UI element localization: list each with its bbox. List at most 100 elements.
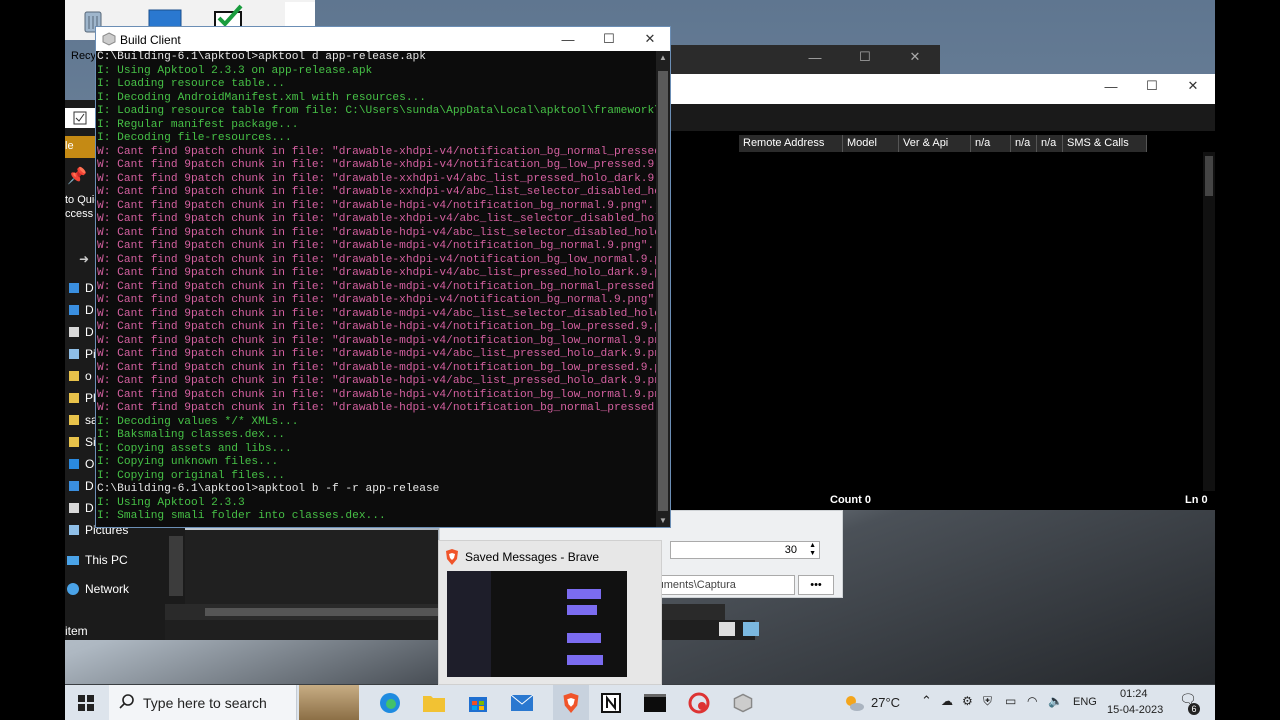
console-line: W: Cant find 9patch chunk in file: "draw… xyxy=(97,253,656,266)
build-client-taskbar-icon[interactable] xyxy=(730,690,756,716)
nav-item[interactable]: D xyxy=(69,278,94,298)
device-monitor-status-bar: Count 0 Ln 0 xyxy=(670,491,1215,510)
close-icon[interactable]: ✕ xyxy=(1173,74,1213,98)
nav-item-label: o xyxy=(85,369,92,383)
weather-temperature[interactable]: 27°C xyxy=(871,695,900,710)
store-icon[interactable] xyxy=(465,690,491,716)
minimize-icon[interactable]: — xyxy=(548,27,588,51)
console-scroll-thumb[interactable] xyxy=(658,71,668,511)
folder-icon xyxy=(69,437,79,447)
mail-icon[interactable] xyxy=(509,690,535,716)
column-header[interactable]: Model xyxy=(843,135,899,152)
maximize-icon[interactable]: ☐ xyxy=(845,45,885,69)
nav-item[interactable]: Pi xyxy=(69,344,96,364)
maximize-icon[interactable]: ☐ xyxy=(1132,74,1172,98)
taskbar-thumbnail-preview[interactable]: Saved Messages - Brave xyxy=(438,540,662,685)
large-icons-view-icon[interactable] xyxy=(743,622,759,636)
explorer-toolbar-button[interactable] xyxy=(65,108,95,128)
minimize-icon[interactable]: — xyxy=(1091,74,1131,98)
console-line: I: Regular manifest package... xyxy=(97,118,299,131)
interval-spinbox[interactable]: 30 ▲ ▼ xyxy=(670,541,820,559)
recorder-icon[interactable] xyxy=(686,690,712,716)
console-line: W: Cant find 9patch chunk in file: "draw… xyxy=(97,321,656,333)
network-label: Network xyxy=(85,582,130,596)
console-line: I: Decoding AndroidManifest.xml with res… xyxy=(97,91,426,104)
console-title: Build Client xyxy=(120,33,181,47)
console-line: I: Smaling smali folder into classes.dex… xyxy=(97,510,386,522)
wifi-icon[interactable]: ◠ xyxy=(1027,694,1037,708)
battery-icon[interactable]: ▭ xyxy=(1005,694,1016,708)
details-view-icon[interactable] xyxy=(719,622,735,636)
status-item-count: item xyxy=(65,624,88,638)
console-output[interactable]: C:\Building-6.1\apktool>apktool d app-re… xyxy=(96,51,656,527)
minimize-icon[interactable]: — xyxy=(795,45,835,69)
spin-arrows-icon[interactable]: ▲ ▼ xyxy=(809,542,816,558)
nav-item[interactable]: sa xyxy=(69,410,98,430)
nav-scrollbar[interactable] xyxy=(169,536,183,596)
column-header[interactable]: n/a xyxy=(971,135,1011,152)
console-line: W: Cant find 9patch chunk in file: "draw… xyxy=(97,294,656,306)
search-placeholder: Type here to search xyxy=(143,695,267,711)
documents-icon xyxy=(69,327,79,337)
column-header[interactable]: n/a xyxy=(1011,135,1037,152)
weather-icon[interactable] xyxy=(841,690,867,716)
vertical-scrollbar[interactable] xyxy=(1203,152,1215,491)
nav-item[interactable]: o xyxy=(69,366,92,386)
scroll-up-icon[interactable]: ▲ xyxy=(659,53,667,62)
speaker-icon[interactable]: 🔈 xyxy=(1048,694,1063,708)
nav-item[interactable]: Pl xyxy=(69,388,96,408)
console-line: W: Cant find 9patch chunk in file: "draw… xyxy=(97,267,656,279)
folder-icon xyxy=(69,415,79,425)
language-indicator[interactable]: ENG xyxy=(1073,696,1097,708)
folder-icon xyxy=(69,371,79,381)
column-header[interactable]: n/a xyxy=(1037,135,1063,152)
console-line: W: Cant find 9patch chunk in file: "draw… xyxy=(97,240,656,252)
onedrive-icon xyxy=(69,459,79,469)
console-line: W: Cant find 9patch chunk in file: "draw… xyxy=(97,348,656,360)
scroll-down-icon[interactable]: ▼ xyxy=(659,516,667,525)
close-icon[interactable]: ✕ xyxy=(630,27,670,51)
pin-icon: 📌 xyxy=(67,168,87,185)
console-scrollbar[interactable]: ▲ ▼ xyxy=(656,51,670,527)
pictures-icon xyxy=(69,349,79,359)
brave-taskbar-icon[interactable] xyxy=(553,685,589,720)
nav-item-label: D xyxy=(85,501,94,515)
nav-network[interactable]: Network xyxy=(67,579,129,599)
console-line: I: Using Apktool 2.3.3 xyxy=(97,496,245,509)
nav-item[interactable]: D xyxy=(69,322,94,342)
nav-item[interactable]: D xyxy=(69,476,94,496)
console-line: W: Cant find 9patch chunk in file: "draw… xyxy=(97,402,656,414)
nav-item-label: D xyxy=(85,303,94,317)
console-line: W: Cant find 9patch chunk in file: "draw… xyxy=(97,145,656,158)
chevron-up-icon[interactable]: ⌃ xyxy=(921,693,932,709)
ln-label: Ln 0 xyxy=(1185,494,1208,506)
clock-time[interactable]: 01:24 xyxy=(1120,688,1148,700)
file-explorer-icon[interactable] xyxy=(421,690,447,716)
notion-icon[interactable] xyxy=(598,690,624,716)
windows-start-icon[interactable] xyxy=(73,690,99,716)
maximize-icon[interactable]: ☐ xyxy=(589,27,629,51)
terminal-icon[interactable] xyxy=(642,690,668,716)
taskbar-search-box[interactable]: Type here to search xyxy=(109,685,359,720)
nav-item[interactable]: D xyxy=(69,498,94,518)
recycle-bin-label: Recy xyxy=(71,50,97,62)
tray-sync-icon[interactable]: ☁ xyxy=(941,694,953,708)
tray-security-icon[interactable]: ⛨ xyxy=(983,694,992,709)
edge-icon[interactable] xyxy=(377,690,403,716)
nav-this-pc[interactable]: This PC xyxy=(67,550,128,570)
column-header[interactable]: Ver & Api xyxy=(899,135,971,152)
console-line: I: Loading resource table from file: C:\… xyxy=(97,105,656,117)
tray-app-icon[interactable]: ⚙ xyxy=(962,694,973,708)
explorer-file-tab[interactable]: le xyxy=(65,136,95,158)
clock-date[interactable]: 15-04-2023 xyxy=(1107,704,1163,716)
close-icon[interactable]: ✕ xyxy=(895,45,935,69)
arrow-right-icon[interactable]: ➜ xyxy=(79,252,89,266)
notification-count-badge: 6 xyxy=(1188,703,1200,715)
column-header[interactable]: Remote Address xyxy=(739,135,843,152)
nav-item[interactable]: Si xyxy=(69,432,96,452)
nav-item[interactable]: D xyxy=(69,300,94,320)
pin-quick-access[interactable]: 📌 to Quic ccess xyxy=(65,162,100,232)
column-header[interactable]: SMS & Calls xyxy=(1063,135,1147,152)
documents-icon xyxy=(69,503,79,513)
more-options-button[interactable]: ••• xyxy=(798,575,834,595)
